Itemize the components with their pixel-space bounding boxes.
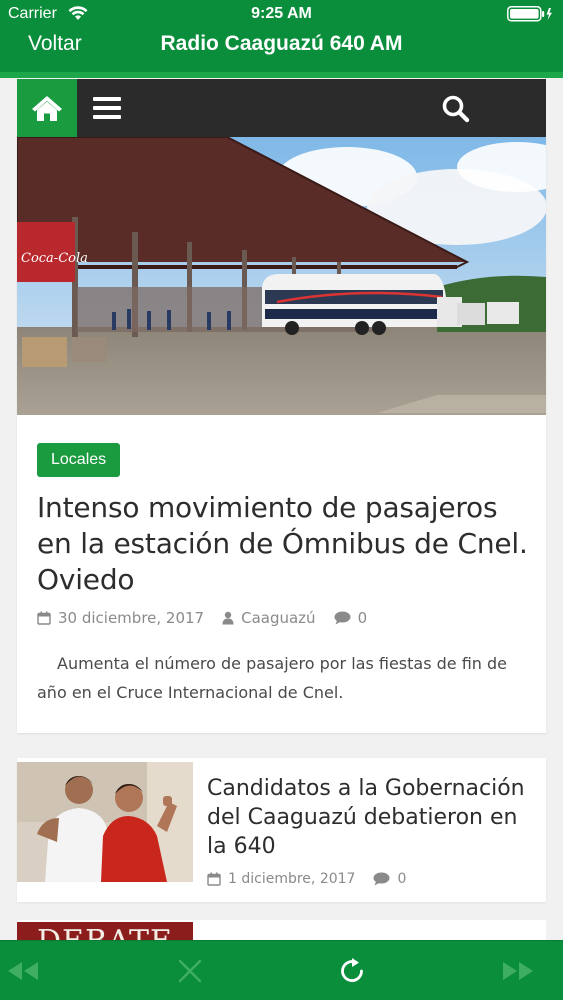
stop-icon[interactable]: [173, 957, 207, 985]
svg-text:Coca-Cola: Coca-Cola: [21, 251, 88, 266]
date-meta[interactable]: 1 diciembre, 2017: [207, 871, 355, 887]
reload-icon[interactable]: [335, 957, 369, 985]
article-meta: 1 diciembre, 2017 0: [207, 871, 424, 887]
status-bar: Carrier 9:25 AM: [0, 0, 563, 28]
date-text: 1 diciembre, 2017: [228, 871, 356, 887]
date-text: 30 diciembre, 2017: [58, 609, 205, 627]
hamburger-menu-icon[interactable]: [93, 96, 123, 120]
nav-title-text: Radio Caaguazú 640 AM: [160, 32, 403, 55]
featured-article-title[interactable]: Intenso movimiento de pasajeros en la es…: [37, 490, 532, 598]
featured-article-card[interactable]: Coca-Cola Locales Intenso movimiento de …: [17, 137, 546, 733]
comment-icon: [334, 611, 351, 625]
rewind-icon[interactable]: [6, 957, 40, 985]
calendar-icon: [37, 611, 51, 625]
date-meta[interactable]: 30 diciembre, 2017: [37, 609, 204, 627]
article-card[interactable]: Candidatos a la Gobernación del Caaguazú…: [17, 758, 546, 902]
comments-meta[interactable]: 0: [373, 871, 406, 887]
comments-count: 0: [397, 871, 407, 887]
battery-icon: [507, 6, 553, 26]
author-meta[interactable]: Caaguazú: [222, 609, 316, 627]
comment-icon: [373, 872, 390, 886]
comments-count: 0: [357, 609, 368, 627]
category-badge[interactable]: Locales: [37, 443, 121, 477]
fast-forward-icon[interactable]: [501, 957, 535, 985]
featured-article-excerpt: Aumenta el número de pasajero por las fi…: [37, 654, 508, 702]
author-text: Caaguazú: [241, 609, 316, 627]
navigation-bar: Voltar Radio Caaguazú 640 AM: [0, 28, 563, 64]
calendar-icon: [207, 872, 221, 886]
article-thumbnail[interactable]: [17, 762, 193, 882]
user-icon: [222, 611, 234, 625]
featured-article-meta: 30 diciembre, 2017 Caaguazú 0: [37, 607, 385, 629]
nav-title: Radio Caaguazú 640 AM: [0, 32, 563, 56]
search-icon[interactable]: [440, 93, 472, 125]
nav-divider: [0, 72, 563, 78]
app-window: Carrier 9:25 AM Voltar Radio Caaguazú 64…: [0, 0, 563, 1000]
browser-toolbar: [0, 940, 563, 1000]
article-title[interactable]: Candidatos a la Gobernación del Caaguazú…: [207, 774, 537, 861]
status-time: 9:25 AM: [251, 5, 312, 22]
comments-meta[interactable]: 0: [334, 609, 368, 627]
top-bar: Carrier 9:25 AM Voltar Radio Caaguazú 64…: [0, 0, 563, 78]
site-menu-bar: [17, 79, 546, 137]
home-icon: [32, 96, 62, 121]
featured-article-image[interactable]: Coca-Cola: [17, 137, 546, 415]
home-button[interactable]: [17, 79, 77, 137]
